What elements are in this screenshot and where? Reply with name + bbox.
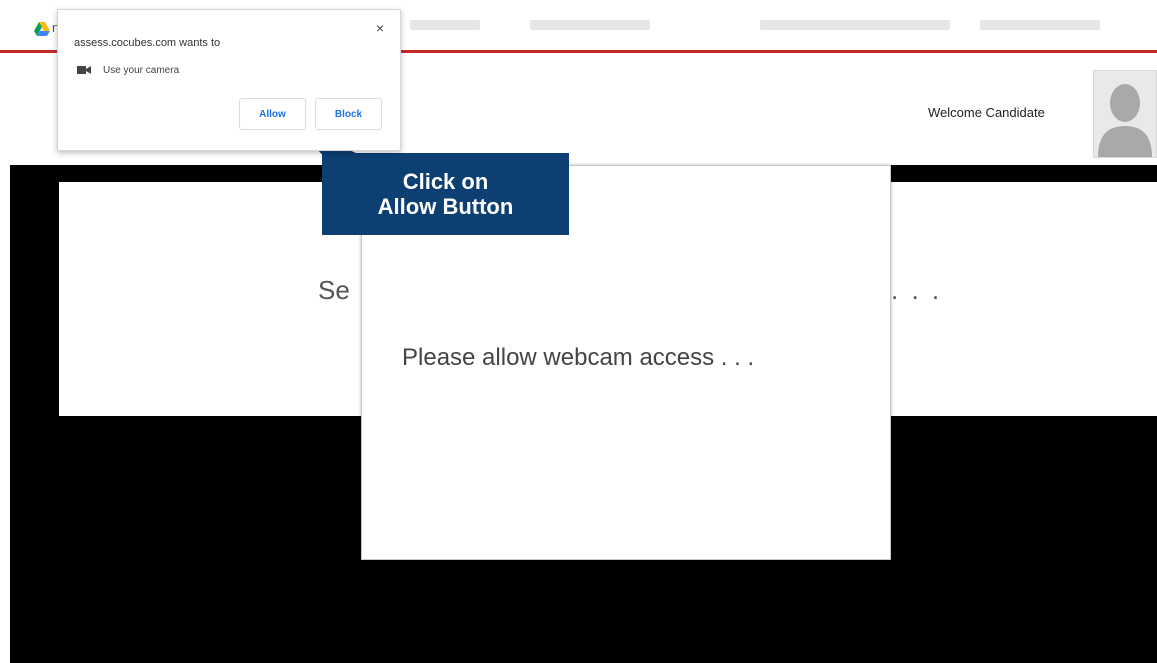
callout-line-1: Click on: [402, 169, 489, 194]
blurred-toolbar-item: [760, 20, 950, 30]
permission-item-camera: Use your camera: [103, 65, 180, 76]
blurred-toolbar-item: [410, 20, 480, 30]
permission-title: assess.cocubes.com wants to: [74, 37, 221, 49]
blurred-toolbar-item: [530, 20, 650, 30]
user-avatar-icon[interactable]: [1093, 70, 1157, 158]
welcome-text: Welcome Candidate: [928, 105, 1045, 120]
block-button[interactable]: Block: [315, 98, 382, 130]
close-icon[interactable]: ×: [376, 20, 384, 36]
callout-line-2: Allow Button: [377, 194, 514, 219]
setup-panel-text: Se: [318, 275, 350, 305]
google-drive-icon: [34, 22, 50, 36]
allow-button[interactable]: Allow: [239, 98, 306, 130]
setup-panel-ellipsis: . . .: [891, 275, 943, 305]
blurred-toolbar-item: [980, 20, 1100, 30]
camera-permission-prompt: assess.cocubes.com wants to × Use your c…: [57, 9, 401, 151]
webcam-access-message: Please allow webcam access . . .: [402, 344, 755, 371]
instruction-callout: Click on Allow Button: [322, 153, 569, 235]
camera-icon: [77, 66, 91, 74]
